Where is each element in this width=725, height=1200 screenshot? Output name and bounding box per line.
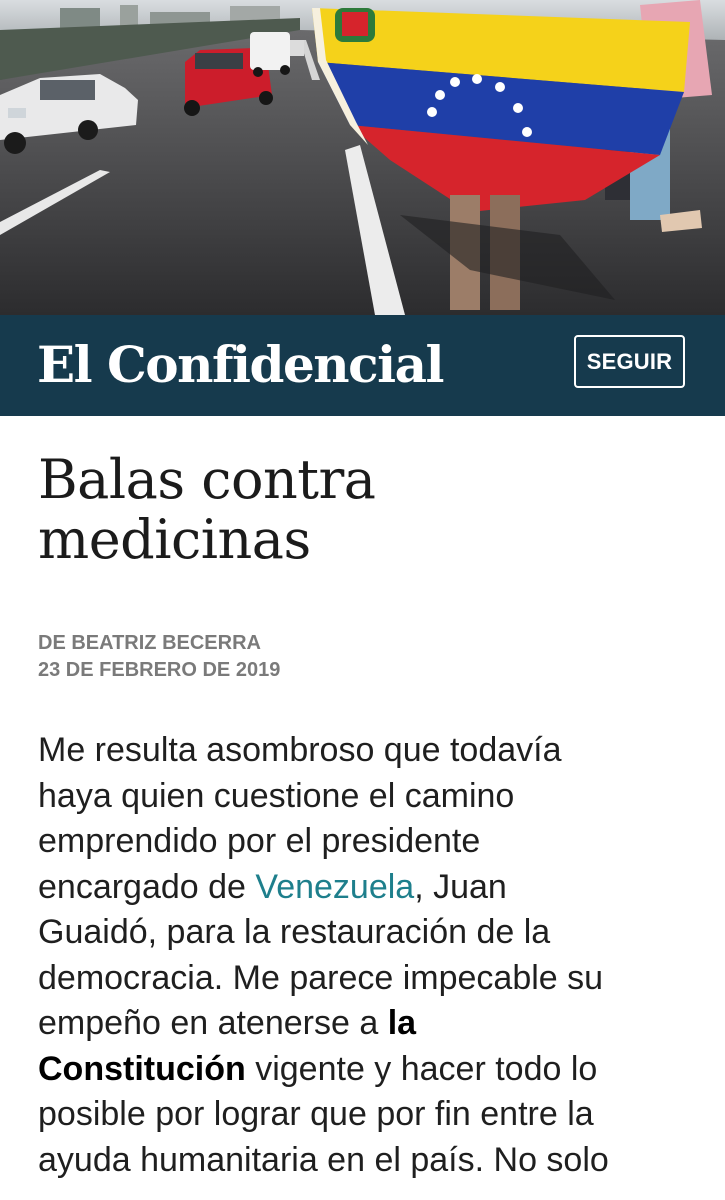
body-line: haya quien cuestione el camino [38, 776, 515, 815]
body-line: posible por lograr que por fin entre la [38, 1095, 594, 1133]
article-byline: DE BEATRIZ BECERRA 23 DE FEBRERO DE 2019 [38, 630, 280, 684]
body-line: encargado de Venezuela, Juan [38, 865, 718, 911]
bold-text: Constitución [38, 1049, 246, 1088]
body-line: emprendido por el presidente [38, 822, 481, 860]
masthead-bar: El Confidencial SEGUIR [0, 315, 725, 416]
body-line: Constitución vigente y hacer todo lo [38, 1047, 718, 1093]
venezuela-link[interactable]: Venezuela [255, 868, 414, 906]
body-text-fragment: vigente y hacer todo lo [245, 1049, 598, 1088]
author-name[interactable]: DE BEATRIZ BECERRA [38, 630, 280, 657]
article-body: Me resulta asombroso que todavía haya qu… [38, 728, 718, 1183]
headline-line: medicinas [38, 508, 311, 571]
body-line: Me resulta asombroso que todavía [38, 731, 562, 769]
body-text-fragment: empeño en atenerse a [38, 1004, 388, 1042]
follow-button[interactable]: SEGUIR [574, 335, 685, 388]
headline-line: Balas contra [38, 448, 376, 511]
article-headline: Balas contra medicinas [38, 450, 678, 570]
body-line: democracia. Me parece impecable su [38, 958, 604, 997]
hero-image [0, 0, 725, 315]
publication-logo[interactable]: El Confidencial [37, 335, 444, 395]
bold-text: la [387, 1004, 417, 1042]
hero-photo-illustration [0, 0, 725, 315]
body-line: empeño en atenerse a la [38, 1001, 718, 1047]
publish-date: 23 DE FEBRERO DE 2019 [38, 659, 281, 681]
body-line: Guaidó, para la restauración de la [38, 913, 551, 951]
body-text-fragment: encargado de [38, 867, 256, 906]
body-text-fragment: , Juan [414, 867, 507, 906]
body-line: ayuda humanitaria en el país. No solo [38, 1140, 609, 1179]
